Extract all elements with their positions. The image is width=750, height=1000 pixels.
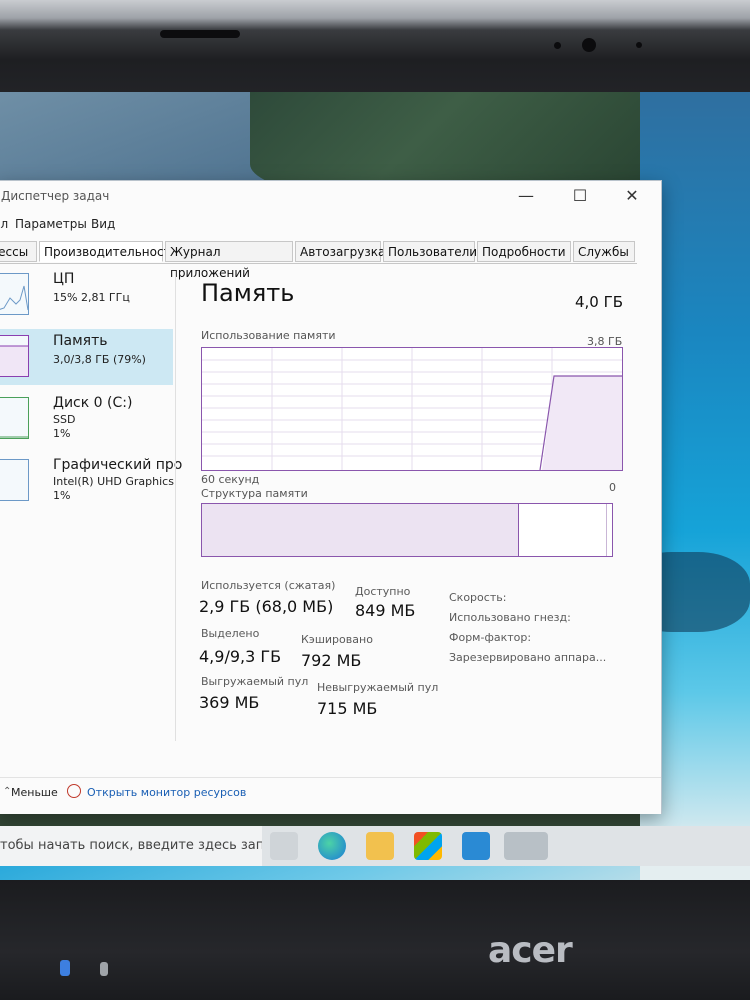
sidebar-item-type: SSD (53, 413, 76, 426)
memory-composition-bar (201, 503, 613, 557)
sidebar-item-disk[interactable]: Диск 0 (C:) SSD 1% (0, 391, 173, 447)
brand-logo: acer (488, 930, 573, 971)
stat-nonpaged-value: 715 МБ (317, 699, 378, 718)
memory-total: 4,0 ГБ (575, 293, 624, 311)
stat-in-use-label: Используется (сжатая) (201, 579, 336, 592)
window-title: Диспетчер задач (1, 189, 110, 203)
disk-mini-graph (0, 397, 29, 439)
tab-processes[interactable]: Процессы (0, 241, 37, 262)
sidebar-item-value: 3,0/3,8 ГБ (79%) (53, 353, 146, 366)
close-button[interactable]: ✕ (611, 183, 653, 209)
photo-scene: Диспетчер задач — ☐ ✕ Файл Параметры Вид… (0, 0, 750, 1000)
stat-cached-value: 792 МБ (301, 651, 362, 670)
graph-zero-label: 0 (609, 481, 616, 494)
open-resource-monitor-link[interactable]: Открыть монитор ресурсов (87, 786, 246, 799)
bezel-slot (160, 30, 240, 38)
stat-available-label: Доступно (355, 585, 411, 598)
tab-bar: Процессы Производительность Журнал прило… (0, 241, 637, 280)
cpu-mini-graph-svg (0, 285, 28, 311)
maximize-button[interactable]: ☐ (559, 183, 601, 209)
memory-mini-graph (0, 335, 29, 377)
form-factor-label: Форм-фактор: (449, 631, 532, 644)
fewer-details-link[interactable]: Меньше (11, 786, 58, 799)
store-icon[interactable] (414, 832, 442, 860)
status-led-icon (60, 960, 70, 976)
minimize-button[interactable]: — (505, 183, 547, 209)
composition-in-use (202, 504, 519, 556)
performance-sidebar: ЦП 15% 2,81 ГГц Память 3,0/3,8 ГБ (79%) … (0, 267, 182, 747)
disk-mini-graph-svg (0, 436, 28, 438)
screen: Диспетчер задач — ☐ ✕ Файл Параметры Вид… (0, 92, 750, 892)
memory-usage-graph-svg (202, 348, 622, 470)
page-title: Память (201, 279, 295, 307)
sensor-icon (554, 42, 561, 49)
task-manager-window: Диспетчер задач — ☐ ✕ Файл Параметры Вид… (0, 180, 662, 814)
sidebar-item-label: Графический про (53, 457, 183, 473)
tab-services[interactable]: Службы (573, 241, 635, 262)
sidebar-item-value: 1% (53, 489, 71, 502)
sidebar-item-memory[interactable]: Память 3,0/3,8 ГБ (79%) (0, 329, 173, 385)
stat-cached-label: Кэшировано (301, 633, 373, 646)
sidebar-item-type: Intel(R) UHD Graphics (53, 475, 174, 488)
stat-committed-label: Выделено (201, 627, 260, 640)
composition-label: Структура памяти (201, 487, 308, 500)
resource-monitor-icon (67, 784, 81, 798)
laptop-bezel-bottom (0, 880, 750, 1000)
laptop-bezel-top (0, 0, 750, 100)
file-explorer-icon[interactable] (366, 832, 394, 860)
tab-users[interactable]: Пользователи (383, 241, 477, 262)
menu-file[interactable]: Файл (0, 217, 8, 231)
stat-nonpaged-label: Невыгружаемый пул (317, 681, 439, 694)
tab-performance[interactable]: Производительность (39, 241, 178, 262)
menu-options[interactable]: Параметры (15, 217, 87, 231)
stat-committed-value: 4,9/9,3 ГБ (199, 647, 282, 666)
usage-graph-label: Использование памяти (201, 329, 336, 342)
tab-details[interactable]: Подробности (477, 241, 571, 262)
taskbar-search-box[interactable]: тобы начать поиск, введите здесь запрос (0, 826, 262, 866)
task-view-icon[interactable] (270, 832, 298, 860)
menu-view[interactable]: Вид (91, 217, 115, 231)
stat-available-value: 849 МБ (355, 601, 416, 620)
sensor-icon (636, 42, 642, 48)
sidebar-item-label: ЦП (53, 271, 75, 287)
sidebar-item-value: 1% (53, 427, 71, 440)
task-manager-taskbar-icon[interactable] (504, 832, 548, 860)
time-axis-label: 60 секунд (201, 473, 260, 486)
memory-usage-graph (201, 347, 623, 471)
stat-paged-label: Выгружаемый пул (201, 675, 309, 688)
pane-divider (175, 271, 176, 741)
memory-mini-graph-svg (0, 345, 28, 376)
hardware-reserved-label: Зарезервировано аппара... (449, 651, 607, 664)
status-led-icon (100, 962, 108, 976)
edge-icon[interactable] (318, 832, 346, 860)
stat-paged-value: 369 МБ (199, 693, 260, 712)
cpu-mini-graph (0, 273, 29, 315)
sidebar-item-gpu[interactable]: Графический про Intel(R) UHD Graphics 1% (0, 453, 182, 509)
sidebar-item-value: 15% 2,81 ГГц (53, 291, 130, 304)
stat-in-use-value: 2,9 ГБ (68,0 МБ) (199, 597, 334, 616)
speed-label: Скорость: (449, 591, 507, 604)
composition-standby (520, 504, 607, 556)
slots-used-label: Использовано гнезд: (449, 611, 571, 624)
webcam-icon (582, 38, 596, 52)
gpu-mini-graph (0, 459, 29, 501)
tab-app-history[interactable]: Журнал приложений (165, 241, 293, 280)
window-footer: ⌃ Меньше Открыть монитор ресурсов (0, 777, 661, 814)
sidebar-item-label: Диск 0 (C:) (53, 395, 133, 411)
sidebar-item-label: Память (53, 333, 108, 349)
sidebar-item-cpu[interactable]: ЦП 15% 2,81 ГГц (0, 267, 173, 323)
tab-startup[interactable]: Автозагрузка (295, 241, 385, 262)
taskbar: тобы начать поиск, введите здесь запрос (0, 826, 750, 866)
mail-icon[interactable] (462, 832, 490, 860)
